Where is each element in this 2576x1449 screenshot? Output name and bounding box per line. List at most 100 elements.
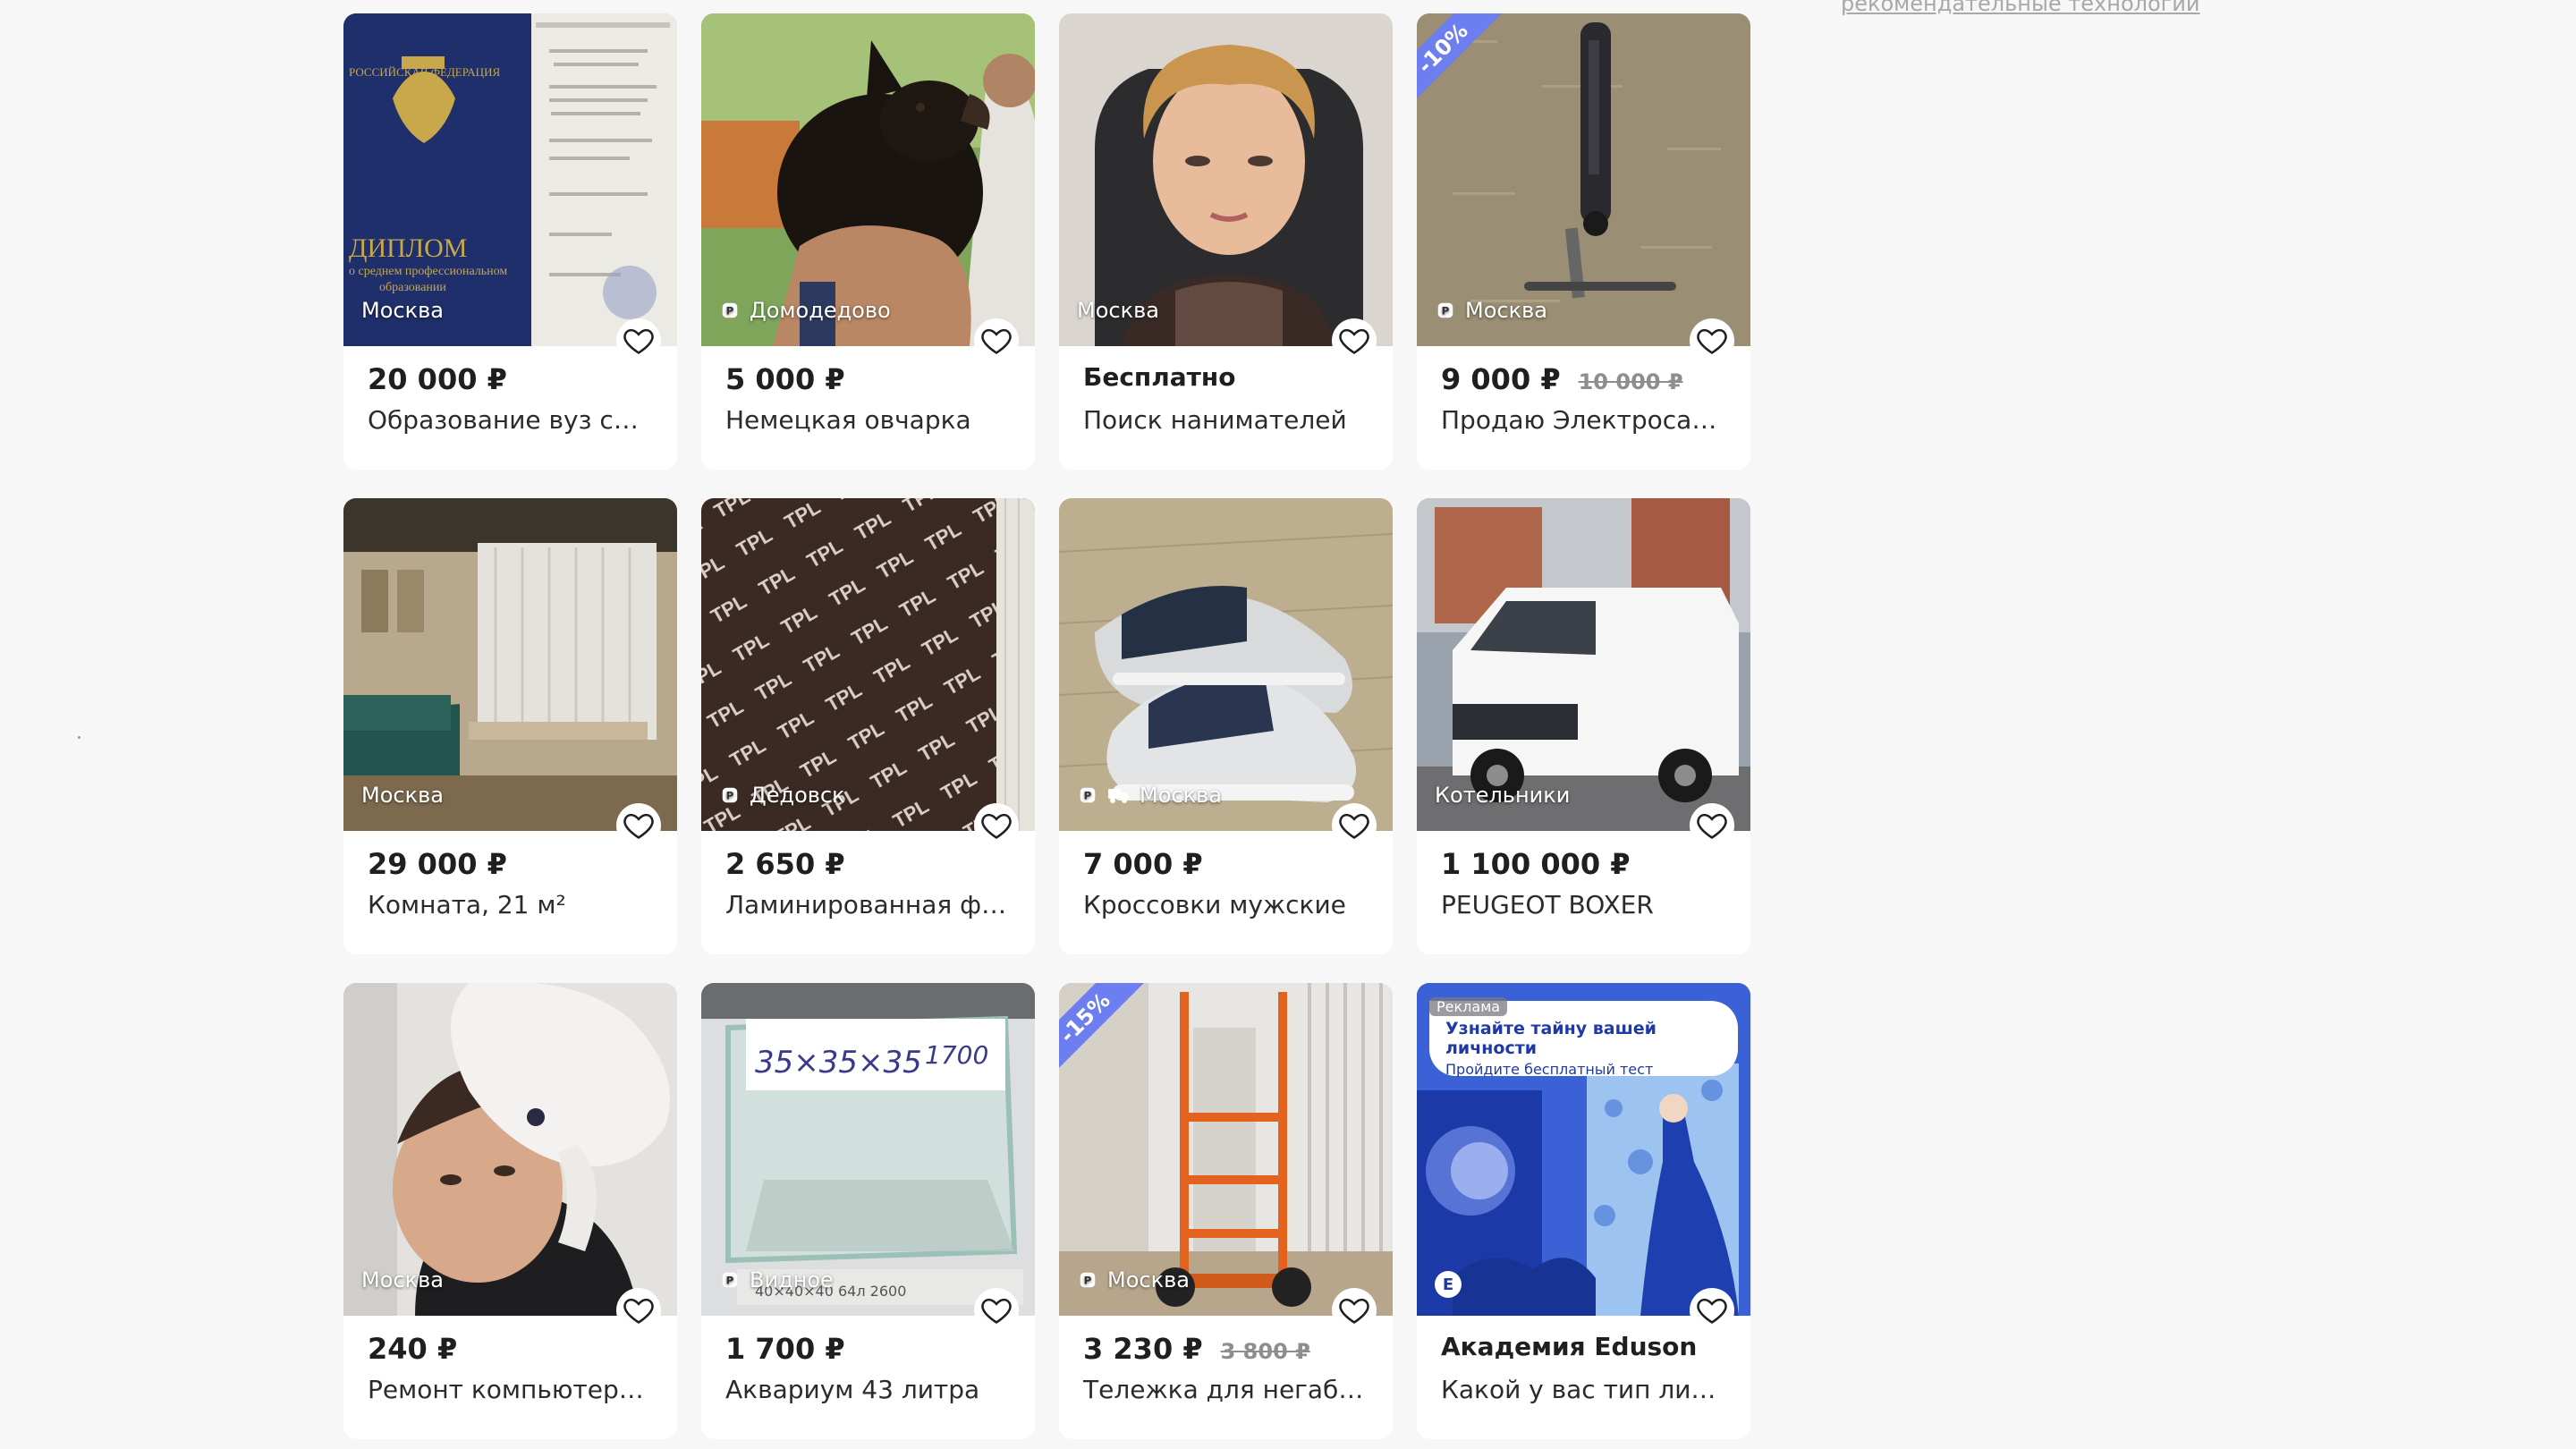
price: 2 650 ₽ bbox=[725, 847, 845, 881]
listing-photo[interactable]: -15% P Москва bbox=[1059, 983, 1393, 1316]
location-label: P Москва bbox=[1077, 1267, 1190, 1292]
listing-photo[interactable]: TPL PДедовск bbox=[701, 498, 1035, 831]
price: 1 100 000 ₽ bbox=[1441, 847, 1631, 881]
location-label: Москва bbox=[1077, 298, 1159, 323]
listing-title[interactable]: Аквариум 43 литра bbox=[725, 1375, 1012, 1404]
location-label: P Москва bbox=[1435, 298, 1547, 323]
ad-label: Реклама bbox=[1429, 997, 1508, 1016]
favorite-heart-icon[interactable] bbox=[1332, 318, 1377, 363]
price-row: 7 000 ₽ bbox=[1083, 847, 1203, 881]
svg-text:P: P bbox=[726, 790, 734, 802]
favorite-heart-icon[interactable] bbox=[616, 1288, 661, 1333]
decorative-dot bbox=[78, 736, 80, 739]
price-row: 1 700 ₽ bbox=[725, 1332, 845, 1366]
favorite-heart-icon[interactable] bbox=[1690, 803, 1734, 848]
verified-seller-icon: P bbox=[719, 784, 741, 806]
verified-seller-icon: P bbox=[1077, 784, 1098, 806]
favorite-heart-icon[interactable] bbox=[974, 1288, 1019, 1333]
price: 7 000 ₽ bbox=[1083, 847, 1203, 881]
favorite-heart-icon[interactable] bbox=[1690, 318, 1734, 363]
price-row: 240 ₽ bbox=[368, 1332, 457, 1366]
listing-title[interactable]: PEUGEOT BOXER bbox=[1441, 890, 1727, 919]
svg-text:P: P bbox=[1084, 1275, 1092, 1287]
location-text: Москва bbox=[1465, 298, 1547, 323]
location-text: Видное bbox=[750, 1267, 834, 1292]
listing-photo[interactable]: Котельники bbox=[1417, 498, 1750, 831]
listing-photo[interactable]: 35×35×35 1700 40×40×40 64л 2600 P Видное bbox=[701, 983, 1035, 1316]
listing-card[interactable]: Москва 29 000 ₽ Комната, 21 м² bbox=[343, 498, 677, 954]
location-label: P Домодедово bbox=[719, 298, 891, 323]
listing-photo[interactable]: P Домодедово bbox=[701, 13, 1035, 346]
listing-card[interactable]: РОССИЙСКАЯ ФЕДЕРАЦИЯ ДИПЛОМ о среднем пр… bbox=[343, 13, 677, 470]
delivery-truck-icon bbox=[1107, 785, 1131, 805]
location-text: Москва bbox=[1107, 1267, 1190, 1292]
price: Бесплатно bbox=[1083, 362, 1236, 392]
ad-subline: Пройдите бесплатный тест bbox=[1445, 1061, 1654, 1078]
listing-title[interactable]: Кроссовки мужские bbox=[1083, 890, 1369, 919]
listing-card[interactable]: Котельники 1 100 000 ₽ PEUGEOT BOXER bbox=[1417, 498, 1750, 954]
price-row: Академия Eduson bbox=[1441, 1332, 1697, 1361]
price-row: 1 100 000 ₽ bbox=[1441, 847, 1631, 881]
old-price: 3 800 ₽ bbox=[1220, 1339, 1310, 1364]
listings-page: рекомендательные технологии РОССИЙСКАЯ Ф… bbox=[0, 0, 2576, 1449]
location-label: Москва bbox=[361, 1267, 444, 1292]
brand-logo-icon: E bbox=[1435, 1271, 1462, 1298]
svg-text:P: P bbox=[1084, 790, 1092, 802]
favorite-heart-icon[interactable] bbox=[616, 803, 661, 848]
listing-photo[interactable]: Москва bbox=[343, 498, 677, 831]
listing-title[interactable]: Какой у вас тип личн... bbox=[1441, 1375, 1727, 1404]
recommendation-tech-link[interactable]: рекомендательные технологии bbox=[1841, 0, 2199, 16]
listing-title[interactable]: Образование вуз спо ... bbox=[368, 405, 654, 435]
listing-photo[interactable]: P Москва bbox=[1059, 498, 1393, 831]
price-row: 2 650 ₽ bbox=[725, 847, 845, 881]
listing-card[interactable]: Москва Бесплатно Поиск нанимателей bbox=[1059, 13, 1393, 470]
listing-card[interactable]: P Домодедово 5 000 ₽ Немецкая овчарка bbox=[701, 13, 1035, 470]
listing-card[interactable]: TPL PДедовск2 650 ₽Ламинированная фан... bbox=[701, 498, 1035, 954]
listing-title[interactable]: Ламинированная фан... bbox=[725, 890, 1012, 919]
location-text: Москва bbox=[361, 298, 444, 323]
old-price: 10 000 ₽ bbox=[1578, 369, 1683, 394]
location-label: P Видное bbox=[719, 1267, 834, 1292]
favorite-heart-icon[interactable] bbox=[974, 803, 1019, 848]
ad-card[interactable]: Узнайте тайну вашей личности Пройдите бес… bbox=[1417, 983, 1750, 1439]
listing-card[interactable]: P Москва 7 000 ₽ Кроссовки мужские bbox=[1059, 498, 1393, 954]
price: 9 000 ₽ bbox=[1441, 362, 1561, 396]
price-row: 20 000 ₽ bbox=[368, 362, 507, 396]
svg-text:ДИПЛОМ: ДИПЛОМ bbox=[349, 233, 467, 263]
location-text: Котельники bbox=[1435, 783, 1571, 808]
price-row: 5 000 ₽ bbox=[725, 362, 845, 396]
price-row: 9 000 ₽ 10 000 ₽ bbox=[1441, 362, 1683, 396]
favorite-heart-icon[interactable] bbox=[616, 318, 661, 363]
svg-text:образовании: образовании bbox=[379, 281, 446, 294]
listing-photo[interactable]: Москва bbox=[343, 983, 677, 1316]
listing-title[interactable]: Ремонт компьютеров... bbox=[368, 1375, 654, 1404]
listing-photo[interactable]: Узнайте тайну вашей личности Пройдите бес… bbox=[1417, 983, 1750, 1316]
listing-title[interactable]: Продаю Электросамо... bbox=[1441, 405, 1727, 435]
verified-seller-icon: P bbox=[1435, 300, 1456, 321]
listing-photo[interactable]: -10% P Москва bbox=[1417, 13, 1750, 346]
favorite-heart-icon[interactable] bbox=[1332, 1288, 1377, 1333]
listing-title[interactable]: Поиск нанимателей bbox=[1083, 405, 1369, 435]
svg-text:35×35×35: 35×35×35 bbox=[755, 1045, 922, 1080]
listing-photo[interactable]: Москва bbox=[1059, 13, 1393, 346]
listing-title[interactable]: Комната, 21 м² bbox=[368, 890, 654, 919]
listing-card[interactable]: Москва 240 ₽ Ремонт компьютеров... bbox=[343, 983, 677, 1439]
advertiser-name: Академия Eduson bbox=[1441, 1332, 1698, 1361]
price: 3 230 ₽ bbox=[1083, 1332, 1203, 1366]
location-text: Дедовск bbox=[750, 783, 845, 808]
listing-grid: РОССИЙСКАЯ ФЕДЕРАЦИЯ ДИПЛОМ о среднем пр… bbox=[343, 13, 1750, 1439]
favorite-heart-icon[interactable] bbox=[1690, 1288, 1734, 1333]
listing-title[interactable]: Немецкая овчарка bbox=[725, 405, 1012, 435]
price-row: Бесплатно bbox=[1083, 362, 1236, 392]
svg-text:P: P bbox=[726, 1275, 734, 1287]
price: 5 000 ₽ bbox=[725, 362, 845, 396]
listing-card[interactable]: -15% P Москва 3 230 ₽3 800 ₽ Тележка для нег… bbox=[1059, 983, 1393, 1439]
price-row: 29 000 ₽ bbox=[368, 847, 507, 881]
favorite-heart-icon[interactable] bbox=[1332, 803, 1377, 848]
listing-card[interactable]: -10% P Москва 9 000 ₽10 000 ₽ Продаю Электро… bbox=[1417, 13, 1750, 470]
listing-photo[interactable]: РОССИЙСКАЯ ФЕДЕРАЦИЯ ДИПЛОМ о среднем пр… bbox=[343, 13, 677, 346]
favorite-heart-icon[interactable] bbox=[974, 318, 1019, 363]
location-label: Москва bbox=[361, 298, 444, 323]
listing-title[interactable]: Тележка для негабар... bbox=[1083, 1375, 1369, 1404]
listing-card[interactable]: 35×35×35 1700 40×40×40 64л 2600 P Видное 1… bbox=[701, 983, 1035, 1439]
